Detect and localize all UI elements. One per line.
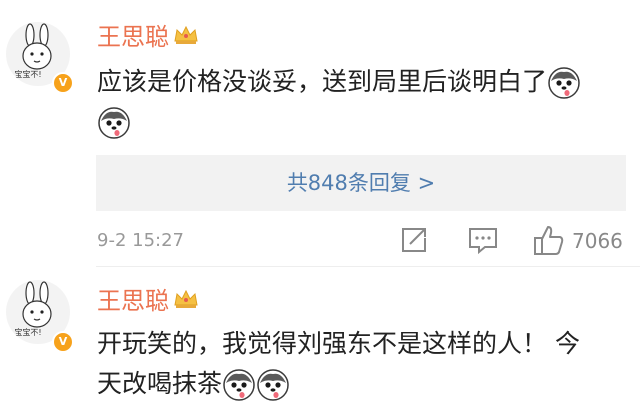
husky-emoji-icon (223, 369, 255, 401)
share-button[interactable] (398, 224, 430, 258)
divider (96, 266, 640, 267)
verified-badge-icon: V (52, 331, 74, 353)
crown-icon (173, 287, 199, 317)
author-name-row: 王思聪 (97, 286, 199, 317)
husky-emoji-icon (257, 369, 289, 401)
comment-item: 宝宝不! V 王思聪 开玩笑的，我觉得刘强东不是这样的人！ 今天改喝抹茶 (0, 268, 640, 416)
comment-text: 应该是价格没谈妥，送到局里后谈明白了 (97, 62, 626, 142)
author-name-row: 王思聪 (97, 22, 199, 53)
author-name[interactable]: 王思聪 (97, 23, 169, 51)
comment-text: 开玩笑的，我觉得刘强东不是这样的人！ 今天改喝抹茶 (97, 324, 626, 404)
comment-item: 宝宝不! V 王思聪 应该是价格没谈妥，送到局里后谈明白了 共848条回复 > … (0, 0, 640, 268)
reply-button[interactable] (467, 224, 499, 258)
crown-icon (173, 23, 199, 53)
verified-badge-icon: V (52, 72, 74, 94)
husky-emoji-icon (98, 107, 130, 139)
avatar-caption: 宝宝不! (14, 70, 42, 79)
comment-body-line1: 开玩笑的，我觉得刘强东不是这样的人！ 今 (97, 329, 580, 358)
comment-body: 应该是价格没谈妥，送到局里后谈明白了 (97, 67, 548, 96)
avatar-caption: 宝宝不! (14, 328, 42, 337)
comment-body-line2: 天改喝抹茶 (97, 369, 223, 398)
husky-emoji-icon (548, 67, 580, 99)
like-button[interactable]: 7066 (532, 224, 628, 258)
comment-timestamp: 9-2 15:27 (97, 230, 184, 251)
share-icon (402, 228, 426, 252)
reply-icon (469, 228, 497, 255)
thumbs-up-icon (534, 226, 564, 255)
author-name[interactable]: 王思聪 (97, 287, 169, 315)
view-replies-link[interactable]: 共848条回复 > (96, 155, 626, 211)
like-count: 7066 (572, 229, 623, 253)
